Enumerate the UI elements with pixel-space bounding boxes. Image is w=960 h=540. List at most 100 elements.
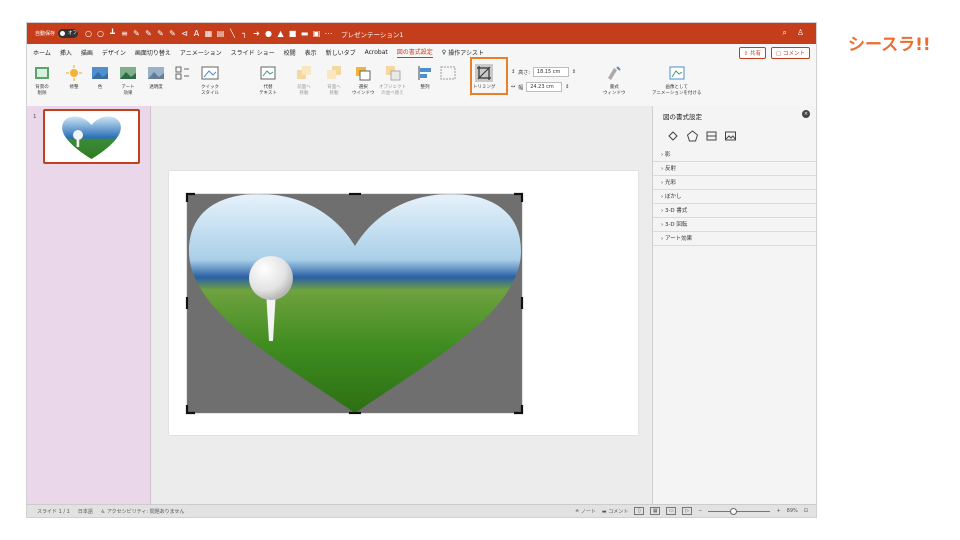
section-shadow[interactable]: › 影 bbox=[653, 148, 816, 162]
search-icon[interactable]: ⌕ bbox=[782, 28, 786, 38]
slide-thumbnail[interactable] bbox=[43, 109, 140, 164]
align-icon[interactable]: ≡ bbox=[120, 29, 129, 38]
zoom-slider-handle[interactable] bbox=[730, 507, 738, 515]
tab-design[interactable]: デザイン bbox=[102, 48, 126, 57]
height-icon: ↕ bbox=[511, 69, 516, 75]
fill-line-icon[interactable] bbox=[667, 130, 680, 142]
circle-shape-icon[interactable]: ○ bbox=[84, 29, 93, 38]
tell-me-label: 操作アシスト bbox=[448, 49, 484, 57]
artistic-effects-button[interactable]: アート 効果 bbox=[119, 64, 137, 97]
tab-slideshow[interactable]: スライド ショー bbox=[231, 48, 275, 57]
corrections-button[interactable]: 修整 bbox=[65, 64, 83, 91]
slide-info: スライド 1 / 1 bbox=[37, 509, 70, 515]
tab-insert[interactable]: 挿入 bbox=[60, 48, 72, 57]
section-3d-format[interactable]: › 3-D 書式 bbox=[653, 204, 816, 218]
line-icon[interactable]: ╲ bbox=[228, 29, 237, 38]
group-button[interactable] bbox=[439, 64, 457, 85]
compress-icon bbox=[175, 66, 189, 80]
section-soft-edges[interactable]: › ぼかし bbox=[653, 190, 816, 204]
alt-text-button[interactable]: 代替 テキスト bbox=[259, 64, 277, 97]
arrow-icon[interactable]: ➜ bbox=[252, 29, 261, 38]
tab-home[interactable]: ホーム bbox=[33, 48, 51, 57]
zoom-out-icon[interactable]: − bbox=[698, 508, 702, 514]
table-icon[interactable]: ▦ bbox=[204, 29, 213, 38]
transparency-button[interactable]: 透明度 bbox=[147, 64, 165, 91]
slideshow-view-icon[interactable]: ▷ bbox=[682, 507, 693, 515]
layout-icon[interactable]: ▤ bbox=[216, 29, 225, 38]
tab-review[interactable]: 校閲 bbox=[284, 48, 296, 57]
comment-button[interactable]: ▢ コメント bbox=[771, 47, 810, 59]
group-icon bbox=[440, 66, 456, 80]
accessibility-status[interactable]: ♿ アクセシビリティ: 問題ありません bbox=[101, 508, 185, 515]
height-input[interactable]: 18.15 cm bbox=[532, 67, 569, 77]
share-button[interactable]: ⇪ 共有 bbox=[738, 47, 767, 59]
eraser-icon[interactable]: ✎ bbox=[168, 29, 177, 38]
width-input[interactable]: 24.23 cm bbox=[526, 82, 563, 92]
tell-me[interactable]: ♀ 操作アシスト bbox=[442, 48, 484, 57]
more-icon[interactable]: ⋯ bbox=[324, 29, 333, 38]
paint-icon[interactable]: ✎ bbox=[144, 29, 153, 38]
zoom-level[interactable]: 89% bbox=[787, 508, 798, 514]
section-glow[interactable]: › 光彩 bbox=[653, 176, 816, 190]
transparency-icon bbox=[148, 67, 164, 79]
align-icon bbox=[418, 66, 431, 80]
bring-forward-button[interactable]: 前面へ 移動 bbox=[295, 64, 313, 97]
close-icon[interactable]: × bbox=[802, 110, 810, 118]
format-pane-button[interactable]: 書式 ウィンドウ bbox=[603, 64, 626, 97]
save-as-picture-button[interactable]: 画像として アニメーションを付ける bbox=[652, 64, 701, 97]
height-stepper-icon[interactable]: ⇕ bbox=[572, 69, 576, 75]
section-3d-rotation[interactable]: › 3-D 回転 bbox=[653, 218, 816, 232]
tab-acrobat[interactable]: Acrobat bbox=[365, 49, 388, 56]
selection-pane-button[interactable]: 選択 ウインドウ bbox=[352, 64, 375, 97]
comments-button[interactable]: ▬ コメント bbox=[602, 508, 628, 515]
section-artistic-effects[interactable]: › アート効果 bbox=[653, 232, 816, 246]
size-properties-icon[interactable] bbox=[705, 130, 718, 142]
quick-styles-button[interactable]: クイック スタイル bbox=[201, 64, 219, 97]
normal-view-icon[interactable]: ▯ bbox=[634, 507, 645, 515]
zoom-slider[interactable] bbox=[708, 507, 771, 515]
triangle-icon[interactable]: ▲ bbox=[276, 29, 285, 38]
fit-to-window-icon[interactable]: ⊡ bbox=[804, 508, 808, 514]
heart-cropped-golf-image[interactable] bbox=[169, 171, 638, 435]
compress-picture-button[interactable] bbox=[173, 64, 191, 85]
autosave-toggle[interactable]: オフ bbox=[58, 29, 79, 38]
slide-sorter-icon[interactable]: ▦ bbox=[650, 507, 661, 515]
reorder-objects-button[interactable]: オブジェクト の並べ替え bbox=[379, 64, 406, 97]
remove-background-button[interactable]: 背景の 削除 bbox=[33, 64, 51, 97]
width-field[interactable]: ↔ 幅 24.23 cm ⇕ bbox=[511, 82, 569, 92]
brand-logo: シースラ!! bbox=[848, 35, 931, 55]
picture-settings-icon[interactable] bbox=[724, 130, 737, 142]
tab-transitions[interactable]: 画面切り替え bbox=[135, 48, 171, 57]
pen-icon[interactable]: ✎ bbox=[156, 29, 165, 38]
connector-icon[interactable]: ┐ bbox=[240, 29, 249, 38]
tab-draw[interactable]: 描画 bbox=[81, 48, 93, 57]
width-stepper-icon[interactable]: ⇕ bbox=[565, 84, 569, 90]
effects-icon[interactable] bbox=[686, 130, 699, 142]
text-icon[interactable]: A bbox=[192, 29, 201, 38]
brush-icon[interactable]: ✎ bbox=[132, 29, 141, 38]
tab-new[interactable]: 新しいタブ bbox=[326, 48, 356, 57]
chart-icon[interactable]: ┻ bbox=[108, 29, 117, 38]
zoom-in-icon[interactable]: + bbox=[776, 508, 780, 514]
tab-view[interactable]: 表示 bbox=[305, 48, 317, 57]
height-field[interactable]: ↕ 高さ: 18.15 cm ⇕ bbox=[511, 67, 576, 77]
textbox-icon[interactable]: ▬ bbox=[300, 29, 309, 38]
tab-animations[interactable]: アニメーション bbox=[180, 48, 222, 57]
reading-view-icon[interactable]: ▭ bbox=[666, 507, 677, 515]
notes-button[interactable]: ≙ ノート bbox=[575, 508, 596, 515]
selection-pane-label: 選択 ウインドウ bbox=[352, 85, 375, 96]
send-backward-button[interactable]: 背面へ 移動 bbox=[325, 64, 343, 97]
picture-icon[interactable]: ▣ bbox=[312, 29, 321, 38]
oval-icon[interactable]: ● bbox=[264, 29, 273, 38]
rectangle-icon[interactable]: ■ bbox=[288, 29, 297, 38]
shape-icon[interactable]: ⊲ bbox=[180, 29, 189, 38]
language[interactable]: 日本語 bbox=[78, 508, 93, 515]
tab-picture-format[interactable]: 図の書式設定 bbox=[396, 47, 433, 58]
person-share-icon[interactable]: ♙ bbox=[797, 28, 804, 38]
circle-shape-icon[interactable]: ○ bbox=[96, 29, 105, 38]
align-button[interactable]: 整列 bbox=[416, 64, 434, 91]
notes-label: ノート bbox=[580, 508, 596, 515]
color-button[interactable]: 色 bbox=[91, 64, 109, 91]
section-reflection[interactable]: › 反射 bbox=[653, 162, 816, 176]
slide[interactable] bbox=[169, 171, 638, 435]
